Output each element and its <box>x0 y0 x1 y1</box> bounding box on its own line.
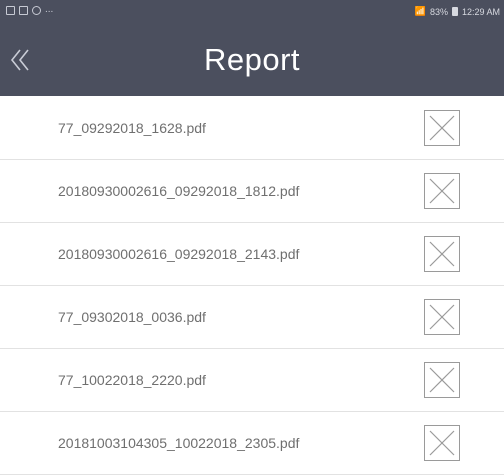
report-file-list: 77_09292018_1628.pdf 20180930002616_09292… <box>0 96 504 475</box>
list-item[interactable]: 77_09292018_1628.pdf <box>0 96 504 160</box>
chevron-left-icon <box>10 49 29 71</box>
close-box-icon <box>424 362 460 398</box>
at-icon <box>32 5 41 15</box>
close-box-icon <box>424 109 460 146</box>
page-title: Report <box>203 42 301 77</box>
file-name: 20180930002616_09292018_1812.pdf <box>58 183 300 199</box>
app-bar: Report <box>0 24 504 96</box>
file-name: 77_09292018_1628.pdf <box>58 119 206 136</box>
notification-icons: ... <box>6 5 53 15</box>
battery-icon <box>451 7 458 16</box>
delete-file-button[interactable] <box>424 299 460 335</box>
delete-file-button[interactable] <box>424 362 460 398</box>
file-name: 20181003104305_10022018_2305.pdf <box>58 435 300 451</box>
list-item[interactable]: 77_09302018_0036.pdf <box>0 286 504 349</box>
clock: 12:29 AM <box>461 6 500 17</box>
close-box-icon <box>424 299 460 335</box>
status-bar: ... 📶 83% 12:29 AM <box>0 0 504 24</box>
list-item[interactable]: 77_10022018_2220.pdf <box>0 349 504 412</box>
close-box-icon <box>424 236 460 272</box>
list-item[interactable]: 20181003104305_10022018_2305.pdf <box>0 412 504 475</box>
back-button[interactable] <box>6 42 36 78</box>
battery-percent: 83% <box>429 6 448 17</box>
close-box-icon <box>424 173 460 209</box>
close-box-icon <box>424 425 460 461</box>
system-status: 📶 83% 12:29 AM <box>415 6 500 17</box>
delete-file-button[interactable] <box>424 173 460 209</box>
more-notifications-indicator: ... <box>45 4 54 15</box>
list-item[interactable]: 20180930002616_09292018_2143.pdf <box>0 223 504 286</box>
delete-file-button[interactable] <box>424 425 460 461</box>
file-name: 20180930002616_09292018_2143.pdf <box>58 246 300 262</box>
delete-file-button[interactable] <box>424 236 460 272</box>
image-icon <box>6 5 15 15</box>
delete-file-button[interactable] <box>424 109 460 146</box>
wifi-icon: 📶 <box>414 6 426 16</box>
gallery-icon <box>19 5 28 15</box>
file-name: 77_10022018_2220.pdf <box>58 372 206 388</box>
list-item[interactable]: 20180930002616_09292018_1812.pdf <box>0 160 504 223</box>
file-name: 77_09302018_0036.pdf <box>58 309 206 325</box>
